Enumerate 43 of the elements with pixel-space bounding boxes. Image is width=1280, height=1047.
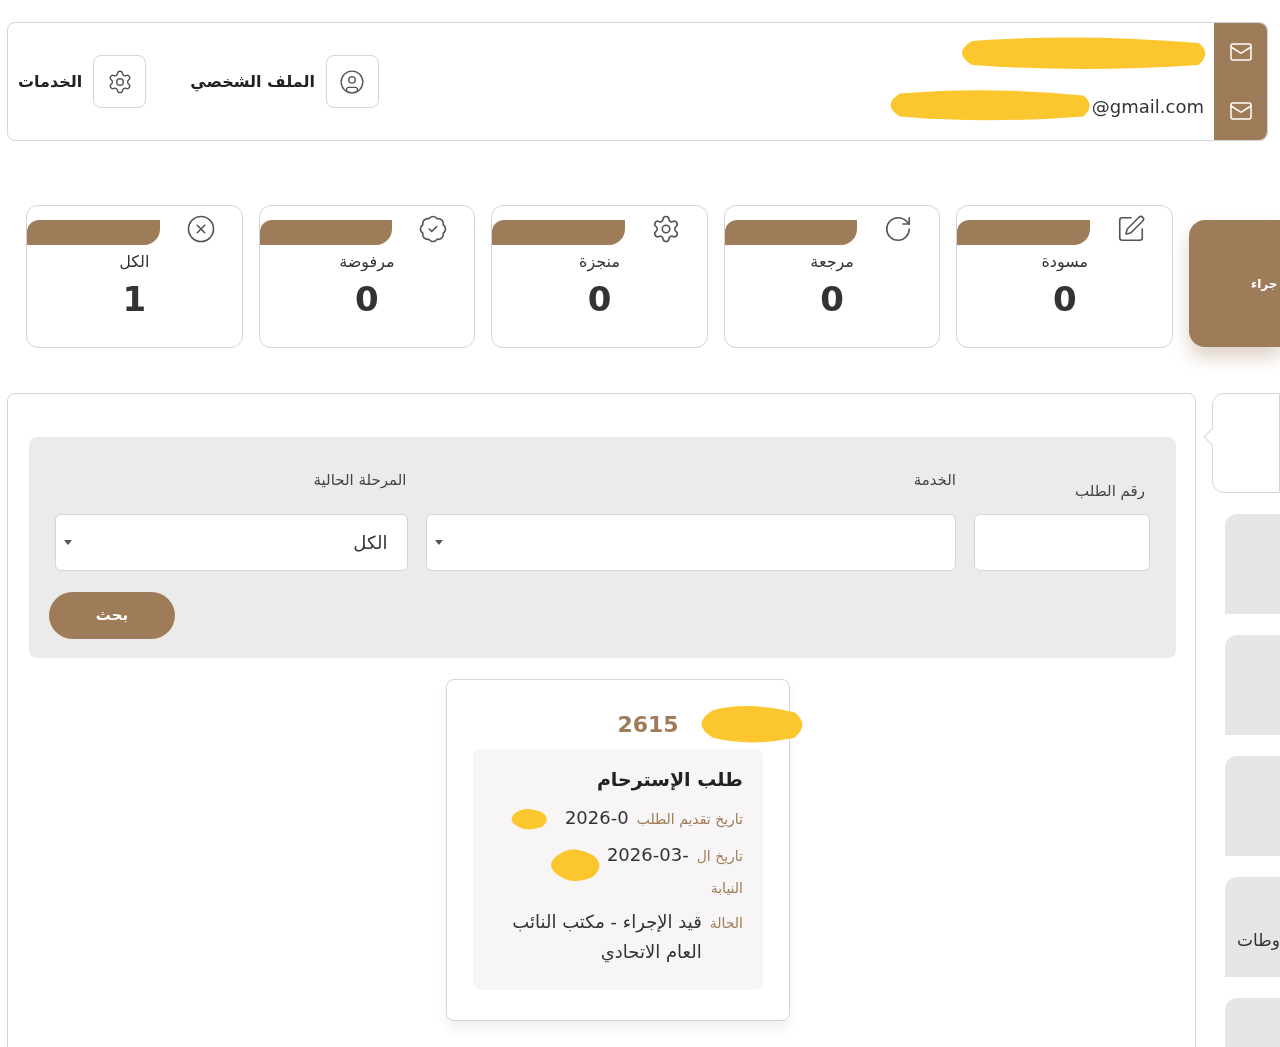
nav-label[interactable]: الخدمات xyxy=(18,69,83,94)
detail-label: النيابة xyxy=(710,878,743,898)
sidebar-item[interactable] xyxy=(1225,635,1280,735)
stat-count: 0 xyxy=(587,282,612,316)
stat-label: مرفوضة xyxy=(339,251,395,274)
field-label: رقم الطلب xyxy=(1074,481,1146,502)
search-button[interactable]: بحث xyxy=(49,591,175,639)
stat-label: مرجعة xyxy=(810,251,854,274)
field-label: المرحلة الحالية xyxy=(312,470,408,491)
detail-label: الحالة xyxy=(709,913,743,933)
stat-count: 0 xyxy=(820,282,844,316)
request-title: طلب الإسترحام xyxy=(596,767,743,793)
detail-label: تاريخ ال xyxy=(696,846,743,867)
sidebar-item[interactable]: وطات xyxy=(1225,877,1280,977)
service-select[interactable] xyxy=(426,513,956,571)
close-circle-icon xyxy=(185,214,216,244)
stat-count: 0 xyxy=(355,282,379,316)
detail-label: تاريخ تقديم الطلب xyxy=(636,809,743,830)
request-number: 2615 xyxy=(617,711,679,739)
user-icon xyxy=(339,68,366,95)
check-badge-icon xyxy=(418,214,449,244)
stat-count: 1 xyxy=(122,282,147,316)
nav-icon-button[interactable] xyxy=(93,55,147,108)
stat-label: منجزة xyxy=(579,251,620,274)
status-value: قيد الإجراء - مكتب النائب العام الاتحادي xyxy=(511,909,702,965)
nav-icon-button[interactable] xyxy=(325,55,379,108)
stat-count: 0 xyxy=(1052,282,1077,316)
detail-value: 2026-03- xyxy=(606,842,689,867)
stat-label: الكل xyxy=(119,251,150,273)
stat-label: مسودة xyxy=(1041,251,1089,273)
caret-icon xyxy=(435,539,444,545)
side-tab[interactable]: جراء xyxy=(1189,220,1280,347)
sidebar-item[interactable] xyxy=(1225,756,1280,856)
email-text: @gmail.com xyxy=(1091,95,1204,120)
nav-label[interactable]: الملف الشخصي xyxy=(190,69,315,94)
field-label: الخدمة xyxy=(912,470,956,491)
edit-icon xyxy=(1116,214,1147,244)
stage-select[interactable]: الكل xyxy=(55,513,409,571)
sidebar-item[interactable] xyxy=(1225,514,1280,614)
gear-icon xyxy=(106,68,133,95)
request-number-field[interactable] xyxy=(974,513,1150,571)
caret-icon xyxy=(64,539,72,545)
detail-value: 2026-0 xyxy=(564,805,629,830)
